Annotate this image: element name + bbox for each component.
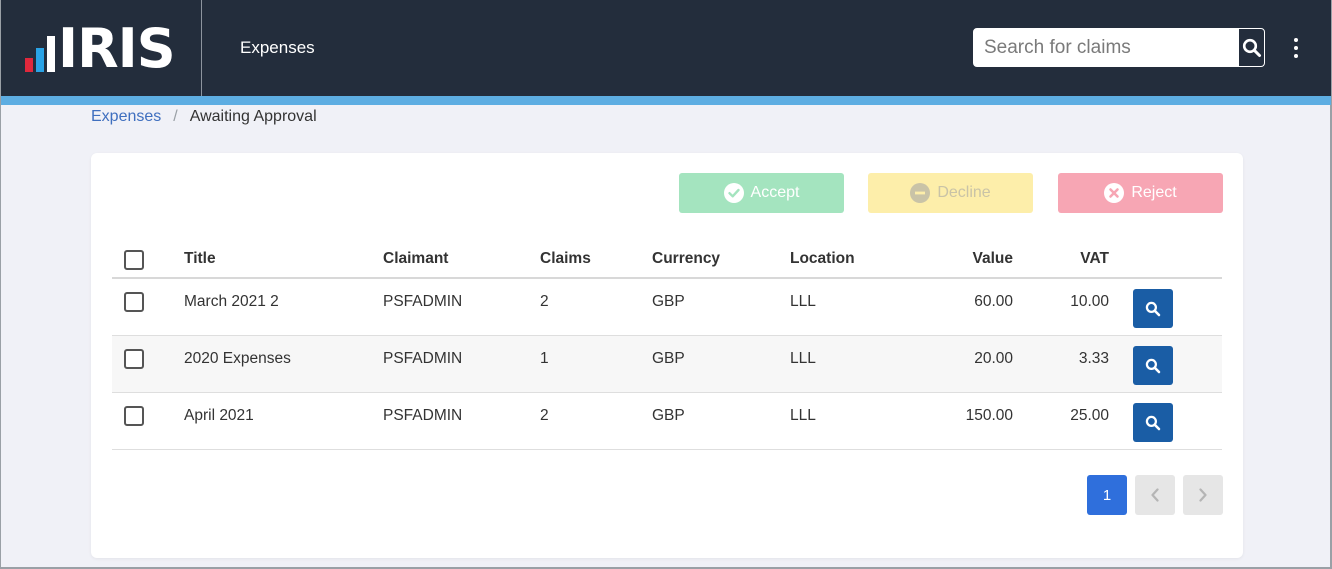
cell-claimant: PSFADMIN: [383, 407, 463, 424]
decline-label: Decline: [937, 184, 991, 201]
cell-title: March 2021 2: [184, 293, 279, 310]
cell-location: LLL: [790, 350, 816, 367]
row-checkbox[interactable]: [124, 406, 144, 426]
search-icon: [1145, 358, 1161, 373]
breadcrumb-current: Awaiting Approval: [189, 108, 317, 125]
cell-value: 20.00: [974, 350, 1013, 367]
minus-circle-icon: [910, 183, 931, 203]
table-row: April 2021 PSFADMIN 2 GBP LLL 150.00 25.…: [112, 393, 1222, 450]
kebab-dot: [1294, 38, 1298, 42]
logo-bar-blue: [36, 48, 44, 72]
decline-button[interactable]: Decline: [868, 173, 1033, 213]
accept-label: Accept: [750, 184, 800, 201]
search-input[interactable]: [974, 29, 1239, 66]
iris-logo[interactable]: IRIS: [25, 17, 176, 80]
x-circle-icon: [1104, 183, 1125, 203]
accept-button[interactable]: Accept: [679, 173, 844, 213]
cell-value: 150.00: [965, 407, 1013, 424]
row-checkbox[interactable]: [124, 292, 144, 312]
table-row: March 2021 2 PSFADMIN 2 GBP LLL 60.00 10…: [112, 279, 1222, 336]
kebab-dot: [1294, 46, 1298, 50]
cell-vat: 10.00: [1070, 293, 1109, 310]
cell-vat: 25.00: [1070, 407, 1109, 424]
cell-currency: GBP: [652, 293, 685, 310]
cell-claims: 1: [540, 350, 549, 367]
search-icon: [1242, 38, 1261, 57]
check-circle-icon: [723, 183, 744, 203]
reject-label: Reject: [1131, 184, 1177, 201]
search-button[interactable]: [1239, 29, 1264, 66]
page-button-current[interactable]: 1: [1087, 475, 1127, 515]
claims-card: Accept Decline Reject Title Claimant Cla…: [91, 153, 1243, 558]
breadcrumb: Expenses / Awaiting Approval: [91, 108, 317, 126]
cell-vat: 3.33: [1078, 350, 1109, 367]
cell-claimant: PSFADMIN: [383, 293, 463, 310]
column-header-currency[interactable]: Currency: [652, 250, 720, 268]
cell-location: LLL: [790, 293, 816, 310]
next-page-button[interactable]: [1183, 475, 1223, 515]
top-bar: IRIS Expenses: [1, 0, 1331, 96]
column-header-title[interactable]: Title: [184, 250, 216, 268]
column-header-location[interactable]: Location: [790, 250, 855, 268]
cell-currency: GBP: [652, 407, 685, 424]
cell-claims: 2: [540, 293, 549, 310]
search-icon: [1145, 301, 1161, 316]
row-checkbox[interactable]: [124, 349, 144, 369]
column-header-value[interactable]: Value: [973, 250, 1014, 268]
logo-text: IRIS: [58, 17, 176, 80]
kebab-dot: [1294, 54, 1298, 58]
search-icon: [1145, 415, 1161, 430]
reject-button[interactable]: Reject: [1058, 173, 1223, 213]
breadcrumb-separator: /: [173, 108, 178, 125]
cell-location: LLL: [790, 407, 816, 424]
logo-divider: [201, 0, 202, 96]
cell-claims: 2: [540, 407, 549, 424]
search-box: [973, 28, 1265, 67]
claims-table: Title Claimant Claims Currency Location …: [112, 238, 1222, 450]
select-all-checkbox[interactable]: [124, 250, 144, 270]
logo-bar-red: [25, 58, 33, 72]
cell-claimant: PSFADMIN: [383, 350, 463, 367]
table-row: 2020 Expenses PSFADMIN 1 GBP LLL 20.00 3…: [112, 336, 1222, 393]
view-claim-button[interactable]: [1133, 289, 1173, 328]
previous-page-button[interactable]: [1135, 475, 1175, 515]
chevron-left-icon: [1151, 488, 1159, 502]
cell-value: 60.00: [974, 293, 1013, 310]
view-claim-button[interactable]: [1133, 346, 1173, 385]
column-header-vat[interactable]: VAT: [1080, 250, 1109, 268]
cell-currency: GBP: [652, 350, 685, 367]
kebab-menu-icon[interactable]: [1288, 38, 1304, 58]
table-header-row: Title Claimant Claims Currency Location …: [112, 238, 1222, 279]
cell-title: 2020 Expenses: [184, 350, 291, 367]
column-header-claimant[interactable]: Claimant: [383, 250, 448, 268]
chevron-right-icon: [1199, 488, 1207, 502]
breadcrumb-expenses-link[interactable]: Expenses: [91, 108, 161, 126]
view-claim-button[interactable]: [1133, 403, 1173, 442]
accent-strip: [1, 96, 1331, 105]
column-header-claims[interactable]: Claims: [540, 250, 591, 268]
cell-title: April 2021: [184, 407, 254, 424]
app-title: Expenses: [240, 38, 315, 57]
logo-bar-white: [47, 36, 55, 72]
